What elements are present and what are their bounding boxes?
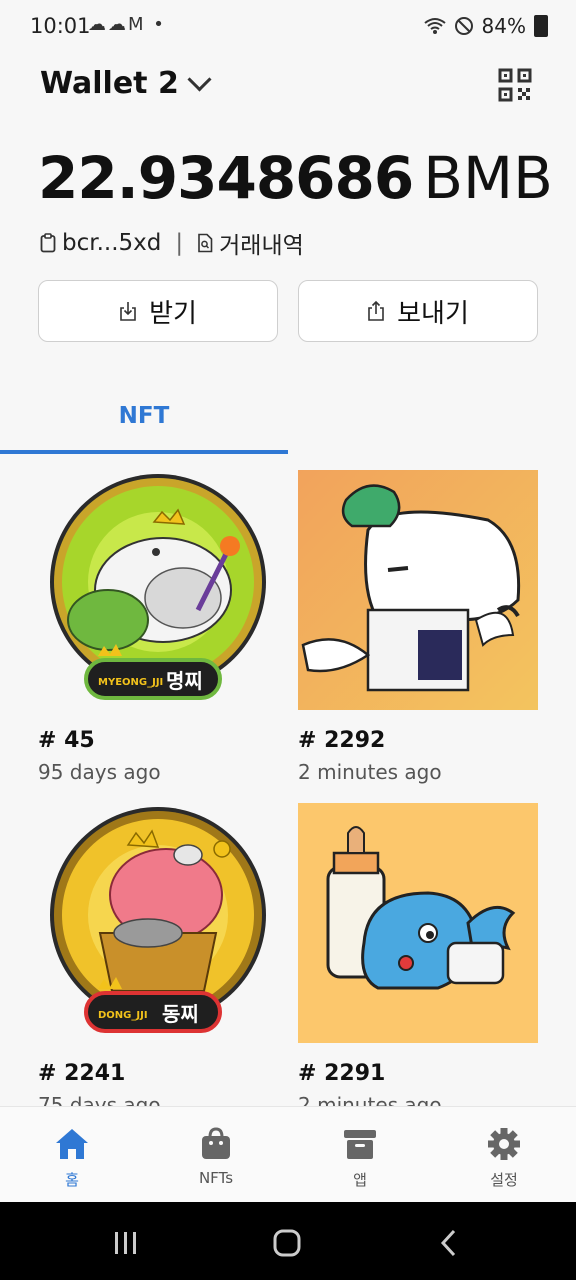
bottom-nav: 홈 NFTs 앱 설정	[0, 1106, 576, 1203]
nft-id: # 2291	[298, 1061, 386, 1086]
nft-image: MYEONG_JJI 명찌	[38, 470, 278, 710]
nft-image: DONG_JJI 동찌	[38, 803, 278, 1043]
receive-icon	[120, 302, 136, 321]
nft-time: 95 days ago	[38, 760, 161, 784]
send-label: 보내기	[397, 298, 469, 329]
nft-id: # 45	[38, 728, 95, 753]
document-search-icon	[198, 233, 213, 253]
share-icon	[368, 300, 384, 321]
nav-apps[interactable]: 앱	[288, 1107, 432, 1203]
notification-icons: ☁☁M •	[88, 14, 166, 35]
send-button[interactable]: 보내기	[298, 280, 538, 342]
tab-bar: NFT	[0, 380, 576, 454]
svg-text:DONG_JJI: DONG_JJI	[98, 1010, 148, 1021]
receive-button[interactable]: 받기	[38, 280, 278, 342]
archive-box-icon	[344, 1130, 376, 1159]
status-right: 84%	[423, 14, 548, 38]
nft-time: 2 minutes ago	[298, 760, 442, 784]
svg-text:동찌: 동찌	[162, 1002, 199, 1026]
nft-image	[298, 803, 538, 1043]
status-time: 10:01	[30, 14, 91, 38]
nav-settings[interactable]: 설정	[432, 1107, 576, 1203]
do-not-disturb-icon	[454, 17, 473, 35]
qr-code-icon[interactable]	[498, 68, 532, 102]
svg-text:MYEONG_JJI: MYEONG_JJI	[98, 677, 163, 688]
system-nav-bar	[0, 1202, 576, 1280]
nft-id: # 2292	[298, 728, 386, 753]
balance-amount: 22.9348686	[38, 144, 414, 212]
svg-text:명찌: 명찌	[166, 669, 203, 693]
nav-nfts-label: NFTs	[198, 1169, 234, 1187]
nav-home-label: 홈	[65, 1171, 79, 1189]
nft-card[interactable]: MYEONG_JJI 명찌 # 45 95 days ago	[38, 470, 280, 784]
home-button-icon[interactable]	[272, 1228, 302, 1258]
balance-unit: BMB	[423, 144, 553, 212]
wallet-selector[interactable]: Wallet 2	[40, 66, 212, 101]
receive-label: 받기	[149, 298, 197, 329]
nft-id: # 2241	[38, 1061, 126, 1086]
nft-card[interactable]: # 2292 2 minutes ago	[298, 470, 540, 784]
clipboard-icon[interactable]	[40, 233, 56, 253]
wallet-name: Wallet 2	[40, 66, 179, 101]
nft-card[interactable]: DONG_JJI 동찌 # 2241 75 days ago	[38, 803, 280, 1117]
divider: |	[175, 230, 184, 256]
status-bar: 10:01 ☁☁M • 84%	[0, 0, 576, 56]
chevron-down-icon	[187, 67, 212, 92]
wifi-icon	[423, 18, 446, 34]
nav-home[interactable]: 홈	[0, 1107, 144, 1203]
balance: 22.9348686 BMB	[38, 140, 553, 216]
nft-card[interactable]: # 2291 2 minutes ago	[298, 803, 540, 1117]
action-row: 받기 보내기	[38, 280, 538, 342]
tab-indicator	[0, 450, 288, 454]
recent-apps-icon[interactable]	[112, 1230, 140, 1256]
battery-icon	[534, 15, 548, 37]
tab-nft[interactable]: NFT	[0, 380, 288, 451]
back-icon[interactable]	[438, 1228, 460, 1258]
nav-nfts[interactable]: NFTs	[144, 1107, 288, 1203]
nft-image	[298, 470, 538, 710]
battery-percent: 84%	[481, 14, 526, 38]
history-link[interactable]: 거래내역	[219, 226, 304, 260]
wallet-address[interactable]: bcr...5xd	[62, 230, 161, 256]
home-icon	[56, 1129, 88, 1159]
nav-settings-label: 설정	[490, 1171, 518, 1189]
nav-apps-label: 앱	[353, 1171, 367, 1189]
shopping-bag-icon	[202, 1127, 230, 1159]
gear-icon	[488, 1128, 520, 1160]
address-row: bcr...5xd | 거래내역	[40, 226, 304, 260]
